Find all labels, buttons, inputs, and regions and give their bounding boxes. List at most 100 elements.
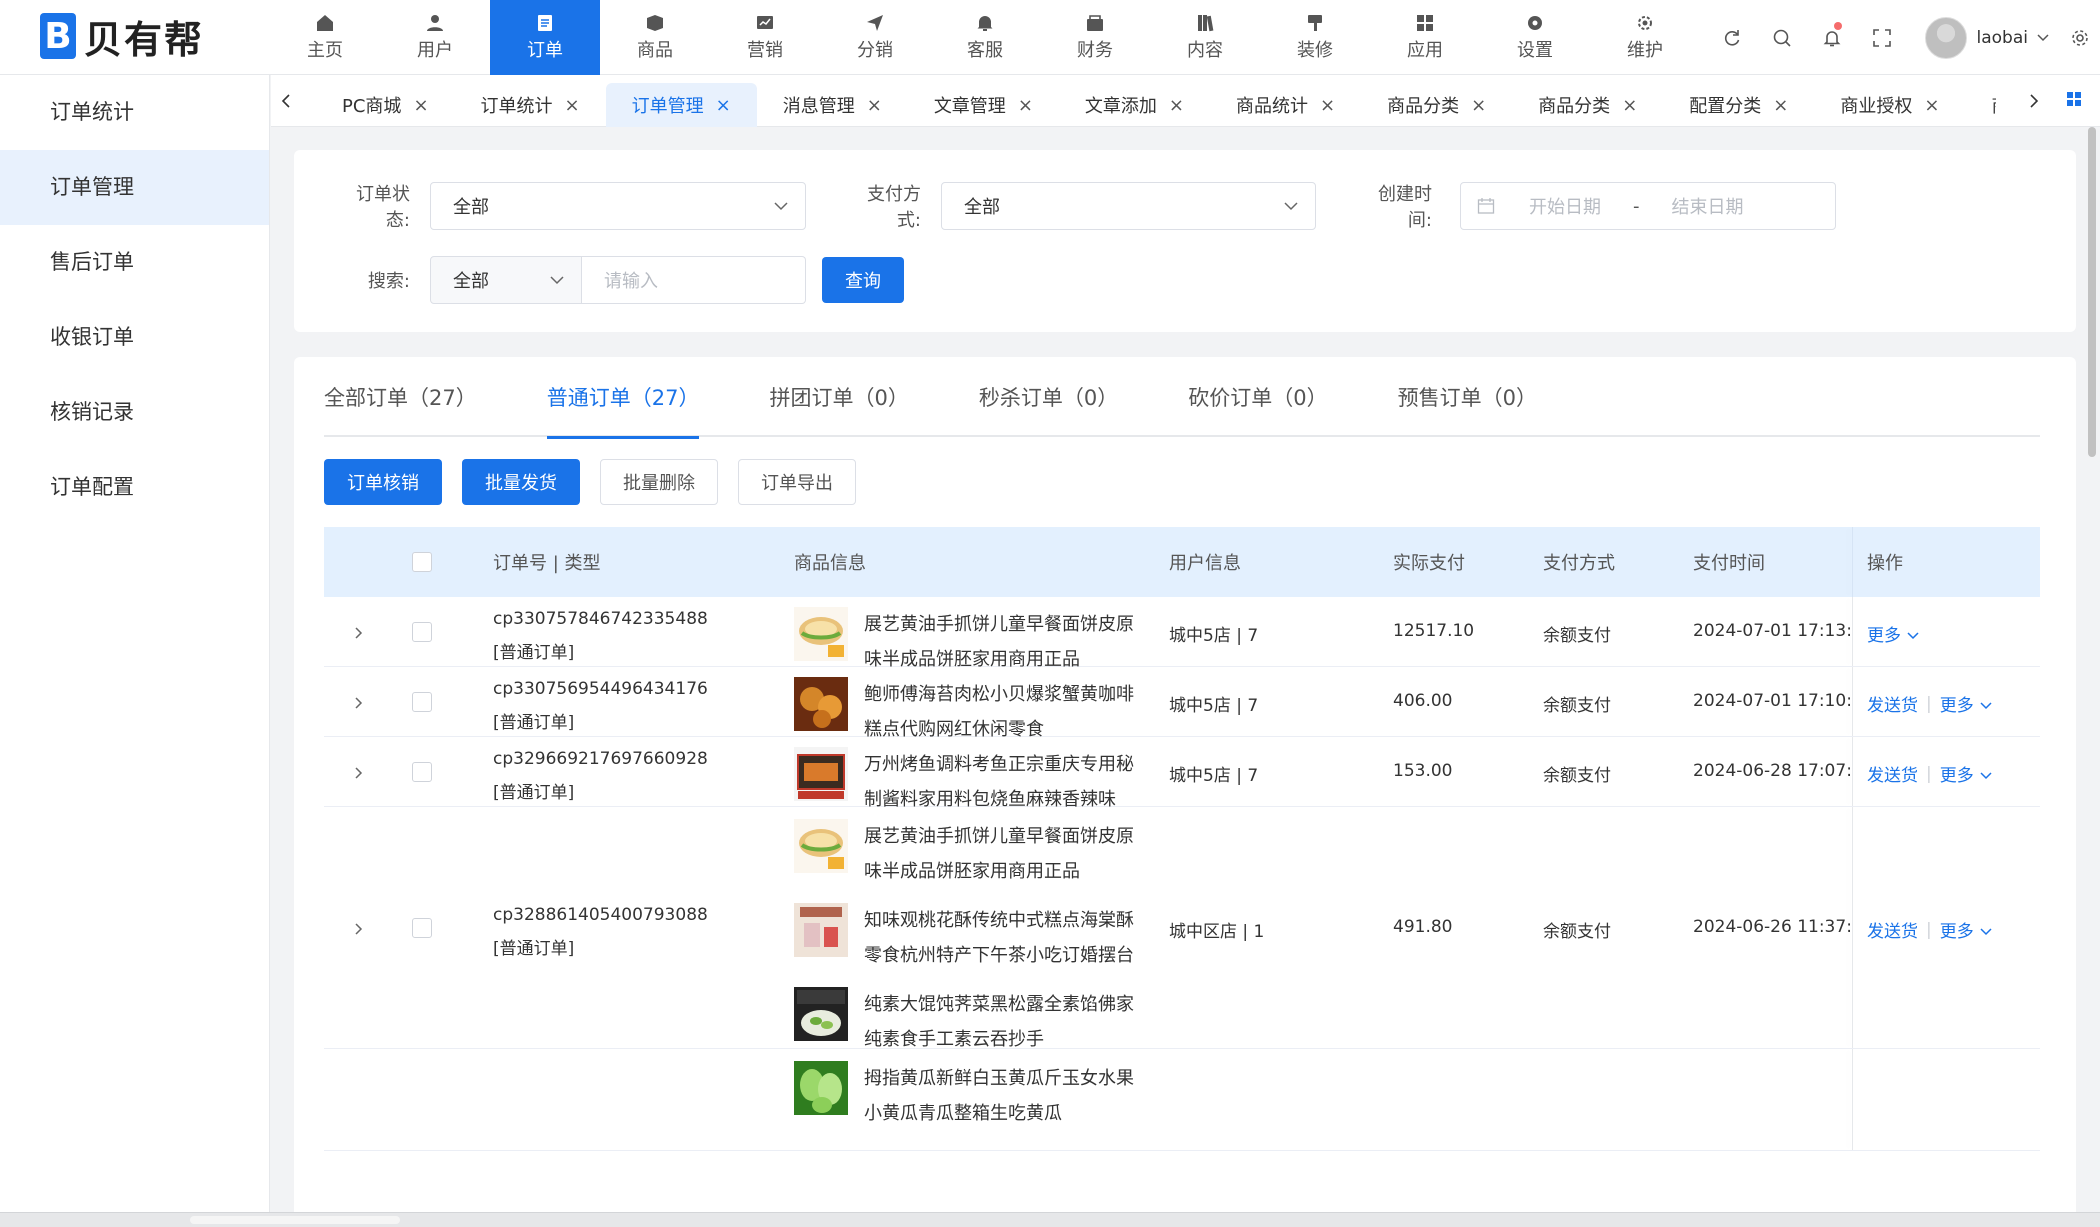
batch-delete-button[interactable]: 批量删除: [600, 459, 718, 505]
goods-item[interactable]: 展艺黄油手抓饼儿童早餐面饼皮原味半成品饼胚家用商用正品: [794, 819, 1144, 889]
more-button[interactable]: 更多: [1940, 761, 1993, 786]
nav-item-6[interactable]: 客服: [930, 0, 1040, 75]
nav-item-9[interactable]: 装修: [1260, 0, 1370, 75]
close-icon[interactable]: ×: [1471, 95, 1486, 116]
close-icon[interactable]: ×: [1924, 95, 1939, 116]
calendar-icon: [1477, 198, 1495, 214]
tab-4[interactable]: 文章管理 ×: [908, 83, 1059, 127]
end-date-input[interactable]: 结束日期: [1672, 193, 1744, 219]
pay-method-select[interactable]: 全部: [941, 182, 1316, 230]
tab-9[interactable]: 配置分类 ×: [1663, 83, 1814, 127]
close-icon[interactable]: ×: [716, 95, 731, 116]
order-verify-button[interactable]: 订单核销: [324, 459, 442, 505]
row-checkbox[interactable]: [412, 622, 432, 642]
system-settings-button[interactable]: [2060, 0, 2100, 75]
select-all-checkbox[interactable]: [412, 552, 432, 572]
more-button[interactable]: 更多: [1940, 917, 1993, 942]
horizontal-scrollbar[interactable]: [0, 1212, 2100, 1227]
tab-11[interactable]: 商品: [1965, 83, 1996, 127]
order-tab-4[interactable]: 砍价订单（0）: [1188, 357, 1327, 437]
order-tab-5[interactable]: 预售订单（0）: [1398, 357, 1537, 437]
expand-icon[interactable]: [354, 766, 364, 780]
table-row[interactable]: cp330757846742335488 [普通订单] 展艺黄油手抓饼儿童早餐面饼皮…: [324, 597, 2040, 670]
row-checkbox[interactable]: [412, 762, 432, 782]
nav-item-4[interactable]: 营销: [710, 0, 820, 75]
nav-item-12[interactable]: 维护: [1590, 0, 1700, 75]
notification-button[interactable]: [1807, 0, 1857, 75]
tab-8[interactable]: 商品分类 ×: [1512, 83, 1663, 127]
tabs-scroll-right[interactable]: [2019, 75, 2049, 127]
ship-button[interactable]: 发送货: [1867, 917, 1918, 942]
batch-ship-button[interactable]: 批量发货: [462, 459, 580, 505]
expand-icon[interactable]: [354, 696, 364, 710]
search-button[interactable]: [1757, 0, 1807, 75]
refresh-button[interactable]: [1707, 0, 1757, 75]
nav-item-8[interactable]: 内容: [1150, 0, 1260, 75]
more-button[interactable]: 更多: [1940, 691, 1993, 716]
close-icon[interactable]: ×: [413, 95, 428, 116]
goods-item[interactable]: 拇指黄瓜新鲜白玉黄瓜斤玉女水果小黄瓜青瓜整箱生吃黄瓜: [794, 1061, 1144, 1131]
date-range-picker[interactable]: 开始日期 - 结束日期: [1460, 182, 1836, 230]
expand-icon[interactable]: [354, 922, 364, 936]
sidebar-item-4[interactable]: 核销记录: [0, 375, 269, 450]
tab-7[interactable]: 商品分类 ×: [1361, 83, 1512, 127]
order-number: cp328861405400793088: [493, 905, 708, 925]
horizontal-scrollbar-thumb[interactable]: [190, 1216, 400, 1224]
close-icon[interactable]: ×: [565, 95, 580, 116]
tab-10[interactable]: 商业授权 ×: [1814, 83, 1965, 127]
goods-item[interactable]: 纯素大馄饨荠菜黑松露全素馅佛家纯素食手工素云吞抄手: [794, 987, 1144, 1057]
fullscreen-button[interactable]: [1857, 0, 1907, 75]
nav-item-3[interactable]: 商品: [600, 0, 710, 75]
tab-5[interactable]: 文章添加 ×: [1059, 83, 1210, 127]
order-tab-2[interactable]: 拼团订单（0）: [769, 357, 908, 437]
search-type-select[interactable]: 全部: [430, 256, 582, 304]
nav-item-7[interactable]: 财务: [1040, 0, 1150, 75]
tabs-menu-button[interactable]: [2066, 91, 2082, 111]
expand-icon[interactable]: [354, 626, 364, 640]
close-icon[interactable]: ×: [867, 95, 882, 116]
table-row[interactable]: cp330756954496434176 [普通订单] 鲍师傅海苔肉松小贝爆浆蟹黄咖…: [324, 667, 2040, 740]
table-row[interactable]: cp328861405400793088 [普通订单] 展艺黄油手抓饼儿童早餐面饼皮…: [324, 807, 2040, 1050]
ship-button[interactable]: 发送货: [1867, 761, 1918, 786]
tab-1[interactable]: 订单统计 ×: [455, 83, 606, 127]
tab-6[interactable]: 商品统计 ×: [1210, 83, 1361, 127]
nav-item-5[interactable]: 分销: [820, 0, 930, 75]
sidebar-item-1[interactable]: 订单管理: [0, 150, 269, 225]
sidebar-item-2[interactable]: 售后订单: [0, 225, 269, 300]
order-status-select[interactable]: 全部: [430, 182, 806, 230]
tabs-scroll-left[interactable]: [271, 75, 301, 127]
export-orders-button[interactable]: 订单导出: [738, 459, 856, 505]
start-date-input[interactable]: 开始日期: [1529, 193, 1601, 219]
close-icon[interactable]: ×: [1622, 95, 1637, 116]
sidebar-item-5[interactable]: 订单配置: [0, 450, 269, 525]
table-row[interactable]: 拇指黄瓜新鲜白玉黄瓜斤玉女水果小黄瓜青瓜整箱生吃黄瓜: [324, 1049, 2040, 1151]
close-icon[interactable]: ×: [1320, 95, 1335, 116]
row-checkbox[interactable]: [412, 692, 432, 712]
nav-item-11[interactable]: 设置: [1480, 0, 1590, 75]
close-icon[interactable]: ×: [1169, 95, 1184, 116]
sidebar-item-0[interactable]: 订单统计: [0, 75, 269, 150]
order-tab-3[interactable]: 秒杀订单（0）: [979, 357, 1118, 437]
table-row[interactable]: cp329669217697660928 [普通订单] 万州烤鱼调料考鱼正宗重庆专用…: [324, 737, 2040, 810]
close-icon[interactable]: ×: [1018, 95, 1033, 116]
nav-item-0[interactable]: 主页: [270, 0, 380, 75]
row-checkbox[interactable]: [412, 918, 432, 938]
more-button[interactable]: 更多: [1867, 621, 1920, 646]
search-input[interactable]: 请输入: [582, 256, 806, 304]
order-tab-0[interactable]: 全部订单（27）: [324, 357, 477, 437]
user-menu[interactable]: laobai: [1924, 16, 2050, 59]
nav-item-2[interactable]: 订单: [490, 0, 600, 75]
page-scrollbar[interactable]: [2088, 127, 2096, 457]
query-button[interactable]: 查询: [822, 257, 904, 303]
tab-2[interactable]: 订单管理 ×: [605, 83, 757, 127]
ship-button[interactable]: 发送货: [1867, 691, 1918, 716]
nav-item-10[interactable]: 应用: [1370, 0, 1480, 75]
nav-item-1[interactable]: 用户: [380, 0, 490, 75]
tab-3[interactable]: 消息管理 ×: [757, 83, 908, 127]
sidebar-item-3[interactable]: 收银订单: [0, 300, 269, 375]
order-tab-1[interactable]: 普通订单（27）: [546, 357, 699, 439]
logo[interactable]: B 贝有帮: [40, 12, 204, 62]
goods-item[interactable]: 知味观桃花酥传统中式糕点海棠酥零食杭州特产下午茶小吃订婚摆台: [794, 903, 1144, 973]
close-icon[interactable]: ×: [1773, 95, 1788, 116]
tab-0[interactable]: PC商城 ×: [316, 83, 455, 127]
